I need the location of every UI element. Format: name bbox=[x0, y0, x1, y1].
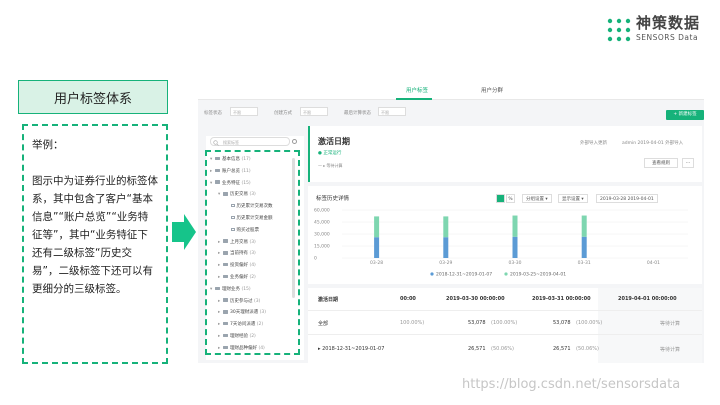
legend-label: 2018-12-31~2019-01-07 bbox=[436, 272, 492, 278]
row-0-c2-pct: (100.00%) bbox=[491, 320, 518, 326]
view-rule-button[interactable]: 查看规则 bbox=[644, 158, 678, 168]
example-label: 举例： bbox=[32, 139, 64, 151]
filter-label-calc-status: 最后计算状态 bbox=[344, 111, 371, 116]
y-tick-label: 30,000 bbox=[314, 232, 330, 238]
legend-marker bbox=[504, 272, 508, 276]
filter-tag-status-select[interactable]: 不限 bbox=[230, 107, 258, 116]
row-0-c3: 53,078 bbox=[553, 320, 571, 326]
x-tick-label: 03-28 bbox=[370, 260, 383, 266]
y-tick-label: 45,000 bbox=[314, 220, 330, 226]
more-button[interactable]: ··· bbox=[682, 158, 694, 168]
row-1-name[interactable]: ▸ 2018-12-31~2019-01-07 bbox=[318, 346, 384, 352]
bar-segment bbox=[443, 216, 449, 238]
watermark: https://blog.csdn.net/sensorsdata bbox=[462, 377, 681, 392]
row-1-c3: 26,571 bbox=[553, 346, 571, 352]
filter-label-tag-status: 标签状态 bbox=[204, 111, 222, 116]
search-icon bbox=[213, 139, 219, 146]
x-tick-label: 03-31 bbox=[578, 260, 591, 266]
row-1-c2: 26,571 bbox=[468, 346, 486, 352]
pointing-arrow-icon bbox=[172, 214, 196, 250]
row-0-c1: 100.00%) bbox=[400, 320, 425, 326]
table-header-col3: 2019-03-31 00:00:00 bbox=[532, 296, 591, 302]
slide: 神策数据 SENSORS Data 用户标签体系 举例： 图示中为证券行业的标签… bbox=[0, 0, 720, 405]
tab-user-segments[interactable]: 用户分群 bbox=[481, 86, 503, 94]
y-tick-label: 0 bbox=[314, 256, 317, 262]
tag-update-method: 外部导入更新 bbox=[580, 141, 607, 146]
row-divider bbox=[308, 334, 702, 335]
y-tick-label: 15,000 bbox=[314, 244, 330, 250]
table-header-col4: 2019-04-01 00:00:00 bbox=[618, 296, 677, 302]
tag-detail-header: 激活日期 ● 正常运行 — ▸ 等待计算 外部导入更新 admin 2019-0… bbox=[308, 126, 702, 182]
add-tag-button[interactable]: + 新建标签 bbox=[666, 110, 704, 120]
tag-update-info: admin 2019-04-01 外部导入 bbox=[622, 141, 684, 146]
row-0-c3-pct: (100.00%) bbox=[576, 320, 603, 326]
tag-history-table: 激活日期 00:00 2019-03-30 00:00:00 2019-03-3… bbox=[308, 288, 702, 363]
legend-marker bbox=[430, 272, 434, 276]
bar-segment bbox=[581, 215, 587, 237]
row-1-c3-pct: (50.06%) bbox=[576, 346, 599, 352]
sensors-logo-icon bbox=[607, 18, 631, 42]
section-title: 用户标签体系 bbox=[18, 80, 168, 114]
gear-icon[interactable] bbox=[292, 139, 297, 144]
row-divider bbox=[308, 310, 702, 311]
bar-segment bbox=[512, 236, 518, 258]
x-tick-label: 03-30 bbox=[508, 260, 521, 266]
tag-calc-status: — ▸ 等待计算 bbox=[318, 163, 343, 168]
brand-name-cn: 神策数据 bbox=[636, 14, 701, 32]
filter-create-method-select[interactable]: 不限 bbox=[300, 107, 328, 116]
filter-bar: 标签状态 不限 创建方式 不限 最后计算状态 不限 bbox=[198, 104, 704, 120]
tag-status: ● 正常运行 bbox=[318, 151, 342, 156]
table-header-col2: 2019-03-30 00:00:00 bbox=[446, 296, 505, 302]
row-1-c4: 等待计算 bbox=[660, 347, 681, 353]
bar-segment bbox=[443, 237, 449, 258]
bar-segment bbox=[374, 216, 380, 238]
row-0-name: 全部 bbox=[318, 321, 329, 327]
brand-name-en: SENSORS Data bbox=[636, 33, 699, 42]
tag-search-input[interactable]: 搜索标签 bbox=[210, 137, 290, 146]
table-header-date: 激活日期 bbox=[318, 297, 339, 303]
bar-segment bbox=[581, 236, 587, 258]
filter-calc-status-select[interactable]: 不限 bbox=[378, 107, 406, 116]
x-tick-label: 04-01 bbox=[647, 260, 660, 266]
x-tick-label: 03-29 bbox=[439, 260, 452, 266]
filter-label-create-method: 创建方式 bbox=[274, 111, 292, 116]
tag-title: 激活日期 bbox=[318, 137, 350, 146]
legend-label: 2019-03-25~2019-04-01 bbox=[510, 272, 566, 278]
tree-highlight-frame bbox=[205, 150, 300, 355]
tag-history-chart: 60,000 45,000 30,000 15,000 0 03-28 03-29 03-30… bbox=[314, 208, 688, 278]
active-tab-indicator bbox=[396, 98, 432, 100]
y-tick-label: 60,000 bbox=[314, 208, 330, 214]
row-0-c4: 等待计算 bbox=[660, 321, 681, 327]
row-0-c2: 53,078 bbox=[468, 320, 486, 326]
tab-bar: 用户标签 用户分群 bbox=[198, 80, 704, 100]
bar-segment bbox=[512, 215, 518, 237]
explanation-text: 图示中为证券行业的标签体系，其中包含了客户“基本信息”“账户总览”“业务特征等”… bbox=[32, 175, 158, 295]
tag-history-panel: 标签历史详情 % 分组设置 ▾ 显示设置 ▾ 2019-03-28 2019-0… bbox=[308, 186, 702, 284]
tab-user-tags[interactable]: 用户标签 bbox=[406, 86, 428, 94]
table-header-col1: 00:00 bbox=[400, 296, 416, 302]
explanation-box: 举例： 图示中为证券行业的标签体系，其中包含了客户“基本信息”“账户总览”“业务… bbox=[22, 124, 168, 364]
row-1-c2-pct: (50.06%) bbox=[491, 346, 514, 352]
brand-logo: 神策数据 SENSORS Data bbox=[606, 14, 714, 48]
bar-segment bbox=[374, 237, 380, 258]
